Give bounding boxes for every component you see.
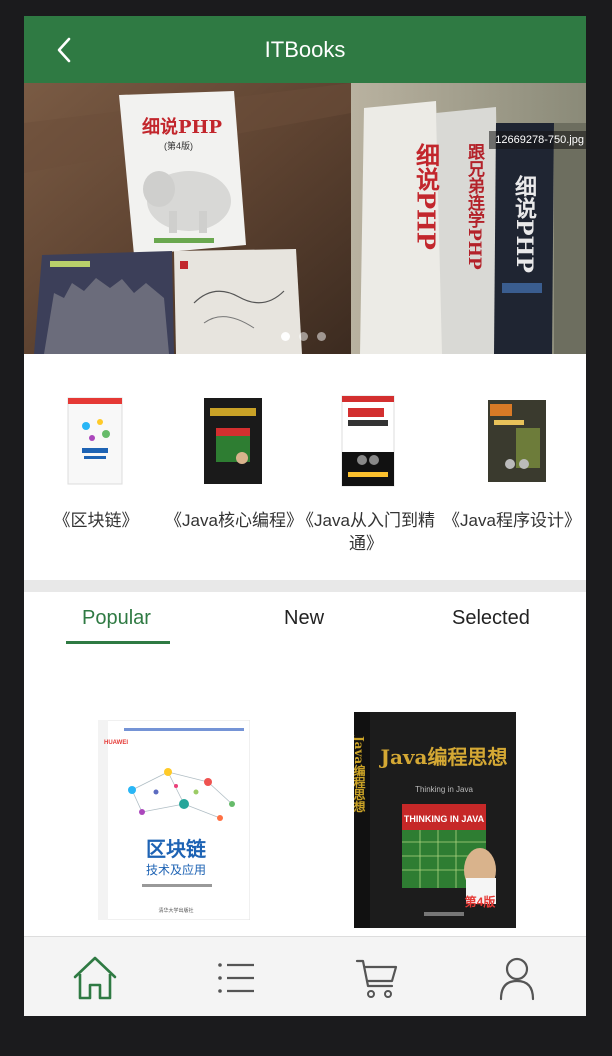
blockchain-cover-title: 区块链 — [146, 837, 207, 861]
home-icon — [73, 956, 117, 1000]
spine-text-3: 细说PHP — [511, 174, 537, 273]
phone-screen: ITBooks 细说PHP (第4版) 细说PHP 跟兄弟连学PHP 细说PHP… — [24, 16, 586, 1016]
tab-popular[interactable]: Popular — [82, 607, 151, 630]
page-title: ITBooks — [264, 37, 346, 62]
svg-text:细说PHP: 细说PHP — [142, 116, 223, 138]
book-card-thinking-in-java[interactable]: Java编程思想 Java编程思想 Thinking in Java THINK… — [352, 712, 516, 933]
category-item-java-core[interactable]: 《Java核心编程》 — [164, 354, 304, 580]
php-book-cover: 细说PHP (第4版) — [119, 91, 246, 255]
blockchain-cover-subtitle: 技术及应用 — [146, 862, 206, 877]
category-item-blockchain[interactable]: 《区块链》 — [26, 354, 166, 580]
java-beginner-book-thumbnail — [341, 395, 395, 487]
cart-icon — [355, 959, 398, 998]
book-card-blockchain[interactable]: HUAWEI 区块链 技术及应用 清华大学出版社 — [97, 719, 251, 925]
java-cover-edition: 第4版 — [465, 894, 496, 909]
svg-text:Java编程思想: Java编程思想 — [354, 735, 366, 813]
java-design-book-thumbnail — [488, 400, 546, 482]
thinking-in-java-book-cover: Java编程思想 Java编程思想 Thinking in Java THINK… — [352, 712, 516, 928]
blockchain-cover-publisher: 清华大学出版社 — [158, 907, 193, 914]
banner-carousel[interactable]: 细说PHP (第4版) 细说PHP 跟兄弟连学PHP 细说PHP 1266927… — [24, 83, 586, 354]
spine-text-2: 跟兄弟连学PHP — [464, 143, 486, 270]
tab-new[interactable]: New — [284, 607, 324, 630]
svg-text:(第4版): (第4版) — [164, 140, 193, 151]
carousel-dot[interactable] — [281, 332, 290, 341]
list-icon — [218, 963, 254, 993]
java-core-book-thumbnail — [204, 398, 262, 484]
svg-text:HUAWEI: HUAWEI — [104, 740, 128, 746]
app-header: ITBooks — [24, 16, 586, 83]
blockchain-book-thumbnail — [67, 397, 123, 485]
carousel-dot[interactable] — [317, 332, 326, 341]
java-cover-title: Java编程思想 — [378, 745, 507, 769]
blockchain-book-cover: HUAWEI 区块链 技术及应用 清华大学出版社 — [97, 719, 251, 921]
user-icon — [499, 957, 535, 1001]
nav-categories[interactable] — [212, 955, 262, 1001]
category-item-java-beginner[interactable]: 《Java从入门到精通》 — [296, 354, 436, 580]
category-item-java-design[interactable]: 《Java程序设计》 — [442, 354, 582, 580]
nav-profile[interactable] — [492, 955, 542, 1001]
category-label: 《Java从入门到精通》 — [297, 511, 435, 553]
tab-selected[interactable]: Selected — [452, 607, 530, 630]
carousel-dot[interactable] — [299, 332, 308, 341]
category-label: 《Java程序设计》 — [443, 511, 581, 530]
spine-text-1: 细说PHP — [412, 142, 441, 250]
category-label: 《Java核心编程》 — [165, 511, 303, 530]
nav-home[interactable] — [70, 955, 120, 1001]
image-filename-label: 12669278-750.jpg — [489, 131, 586, 149]
category-label: 《区块链》 — [53, 511, 139, 530]
svg-text:THINKING IN JAVA: THINKING IN JAVA — [404, 814, 485, 824]
nav-cart[interactable] — [352, 955, 402, 1001]
section-divider — [24, 580, 586, 592]
active-tab-indicator — [66, 641, 170, 644]
dark-book-cover — [34, 251, 174, 354]
bottom-nav-bar — [24, 936, 586, 1016]
category-row: 《区块链》 《Java核心编程》 《Java从入门到精通》 《Java程序设计》 — [24, 354, 586, 580]
svg-text:Thinking in Java: Thinking in Java — [415, 785, 473, 794]
